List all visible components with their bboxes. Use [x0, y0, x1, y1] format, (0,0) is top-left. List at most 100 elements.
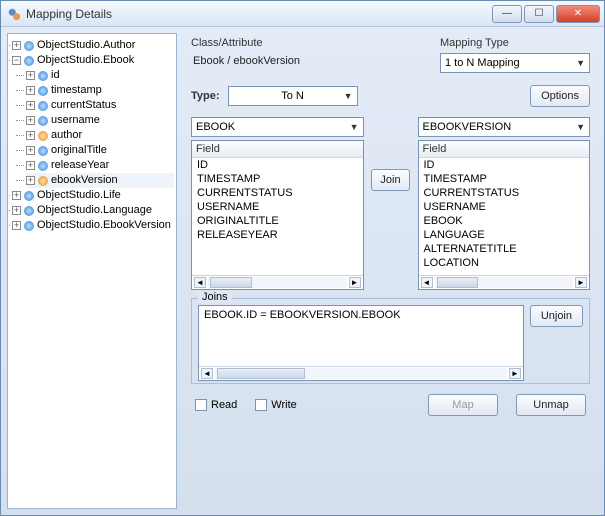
- tree-node[interactable]: + username: [26, 113, 174, 128]
- expand-icon[interactable]: +: [12, 191, 21, 200]
- checkbox-icon: [255, 399, 267, 411]
- list-item[interactable]: ORIGINALTITLE: [192, 214, 363, 228]
- expand-icon[interactable]: +: [26, 71, 35, 80]
- tree-node-label: username: [51, 113, 100, 128]
- expand-icon[interactable]: +: [26, 176, 35, 185]
- attribute-relation-icon: [38, 131, 48, 141]
- right-table-select[interactable]: EBOOKVERSION ▼: [418, 117, 591, 137]
- attribute-relation-icon: [38, 176, 48, 186]
- tree-node[interactable]: +ObjectStudio.Language: [12, 203, 174, 218]
- tree-node[interactable]: −ObjectStudio.Ebook+id+timestamp+current…: [12, 53, 174, 188]
- maximize-button[interactable]: ☐: [524, 5, 554, 23]
- list-item[interactable]: ALTERNATETITLE: [419, 242, 590, 256]
- titlebar: Mapping Details — ☐ ✕: [1, 1, 604, 27]
- scroll-left-icon[interactable]: ◄: [421, 277, 433, 288]
- attribute-icon: [38, 71, 48, 81]
- tree-node[interactable]: +ObjectStudio.Author: [12, 38, 174, 53]
- tree-node-label: currentStatus: [51, 98, 116, 113]
- scroll-right-icon[interactable]: ►: [575, 277, 587, 288]
- unjoin-button[interactable]: Unjoin: [530, 305, 583, 327]
- scroll-left-icon[interactable]: ◄: [201, 368, 213, 379]
- tree-node[interactable]: + id: [26, 68, 174, 83]
- tree-node[interactable]: + releaseYear: [26, 158, 174, 173]
- expand-icon[interactable]: +: [26, 161, 35, 170]
- list-item[interactable]: RELEASEYEAR: [192, 228, 363, 242]
- attribute-icon: [24, 41, 34, 51]
- tree-node-label: id: [51, 68, 60, 83]
- left-field-list[interactable]: Field IDTIMESTAMPCURRENTSTATUSUSERNAMEOR…: [191, 140, 364, 290]
- read-checkbox[interactable]: Read: [195, 399, 237, 411]
- type-select[interactable]: To N ▼: [228, 86, 358, 106]
- unmap-button[interactable]: Unmap: [516, 394, 586, 416]
- bottom-row: Read Write Map Unmap: [185, 388, 596, 422]
- scroll-right-icon[interactable]: ►: [509, 368, 521, 379]
- left-table-column: EBOOK ▼ Field IDTIMESTAMPCURRENTSTATUSUS…: [191, 117, 364, 290]
- header-row: Class/Attribute Ebook / ebookVersion Map…: [185, 35, 596, 79]
- list-item[interactable]: EBOOK: [419, 214, 590, 228]
- map-button[interactable]: Map: [428, 394, 498, 416]
- write-checkbox[interactable]: Write: [255, 399, 296, 411]
- tree-node[interactable]: +timestamp: [26, 83, 174, 98]
- left-table-value: EBOOK: [196, 121, 235, 133]
- tree-node[interactable]: +ObjectStudio.Life: [12, 188, 174, 203]
- type-value: To N: [281, 90, 304, 102]
- hscrollbar[interactable]: ◄ ►: [419, 275, 590, 289]
- expand-icon[interactable]: +: [26, 131, 35, 140]
- list-item[interactable]: TIMESTAMP: [419, 172, 590, 186]
- expand-icon[interactable]: +: [12, 221, 21, 230]
- tree-node[interactable]: + ObjectStudio.EbookVersion: [12, 218, 174, 233]
- list-item[interactable]: USERNAME: [419, 200, 590, 214]
- attribute-icon: [38, 116, 48, 126]
- scroll-right-icon[interactable]: ►: [349, 277, 361, 288]
- join-button[interactable]: Join: [371, 169, 409, 191]
- list-item[interactable]: ID: [192, 158, 363, 172]
- attribute-icon: [24, 206, 34, 216]
- mapping-type-value: 1 to N Mapping: [445, 57, 520, 69]
- close-button[interactable]: ✕: [556, 5, 600, 23]
- tables-row: EBOOK ▼ Field IDTIMESTAMPCURRENTSTATUSUS…: [185, 117, 596, 290]
- tree-node-label: originalTitle: [51, 143, 107, 158]
- minimize-button[interactable]: —: [492, 5, 522, 23]
- tree-node-label: ObjectStudio.Ebook: [37, 53, 134, 68]
- tree-node[interactable]: + originalTitle: [26, 143, 174, 158]
- expand-icon[interactable]: +: [12, 41, 21, 50]
- collapse-icon[interactable]: −: [12, 56, 21, 65]
- tree-node[interactable]: + currentStatus: [26, 98, 174, 113]
- class-attribute-label: Class/Attribute: [191, 37, 420, 49]
- joins-list[interactable]: EBOOK.ID = EBOOKVERSION.EBOOK ◄ ►: [198, 305, 524, 381]
- expand-icon[interactable]: +: [26, 101, 35, 110]
- type-row: Type: To N ▼ Options: [185, 83, 596, 113]
- left-field-header: Field: [192, 141, 363, 158]
- list-item[interactable]: LANGUAGE: [419, 228, 590, 242]
- list-item[interactable]: LOCATION: [419, 256, 590, 270]
- options-button[interactable]: Options: [530, 85, 590, 107]
- expand-icon[interactable]: +: [26, 86, 35, 95]
- list-item[interactable]: CURRENTSTATUS: [192, 186, 363, 200]
- tree-node[interactable]: + author: [26, 128, 174, 143]
- tree-node[interactable]: +ebookVersion: [26, 173, 174, 188]
- list-item[interactable]: ID: [419, 158, 590, 172]
- mapping-type-select[interactable]: 1 to N Mapping ▼: [440, 53, 590, 73]
- left-table-select[interactable]: EBOOK ▼: [191, 117, 364, 137]
- app-icon: [7, 7, 21, 21]
- tree-node-label: ObjectStudio.EbookVersion: [37, 218, 171, 233]
- expand-icon[interactable]: +: [26, 146, 35, 155]
- chevron-down-icon: ▼: [576, 58, 585, 68]
- right-field-list[interactable]: Field IDTIMESTAMPCURRENTSTATUSUSERNAMEEB…: [418, 140, 591, 290]
- read-label: Read: [211, 399, 237, 411]
- hscrollbar[interactable]: ◄ ►: [199, 366, 523, 380]
- expand-icon[interactable]: +: [12, 206, 21, 215]
- attribute-icon: [24, 221, 34, 231]
- scroll-left-icon[interactable]: ◄: [194, 277, 206, 288]
- list-item[interactable]: CURRENTSTATUS: [419, 186, 590, 200]
- tree-node-label: author: [51, 128, 82, 143]
- right-table-column: EBOOKVERSION ▼ Field IDTIMESTAMPCURRENTS…: [418, 117, 591, 290]
- tree-panel[interactable]: +ObjectStudio.Author−ObjectStudio.Ebook+…: [7, 33, 177, 509]
- hscrollbar[interactable]: ◄ ►: [192, 275, 363, 289]
- expand-icon[interactable]: +: [26, 116, 35, 125]
- list-item[interactable]: TIMESTAMP: [192, 172, 363, 186]
- tree-node-label: releaseYear: [51, 158, 109, 173]
- attribute-icon: [38, 101, 48, 111]
- list-item[interactable]: USERNAME: [192, 200, 363, 214]
- write-label: Write: [271, 399, 296, 411]
